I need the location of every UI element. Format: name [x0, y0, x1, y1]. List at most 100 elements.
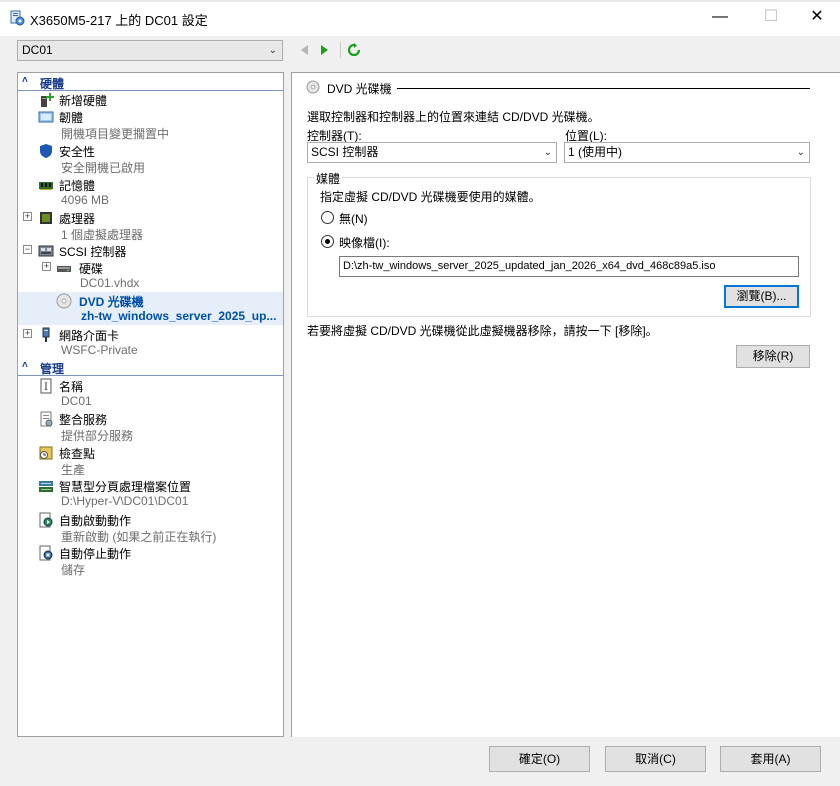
tree-item-detail: 儲存: [61, 563, 86, 577]
checkpoint-icon: [38, 445, 54, 461]
controller-dropdown[interactable]: SCSI 控制器 ⌄: [307, 142, 557, 163]
dvd-disc-icon: [306, 80, 320, 94]
hyper-v-settings-icon: [9, 10, 25, 26]
panel-title: DVD 光碟機: [327, 82, 392, 96]
integration-services-icon: [38, 411, 54, 427]
tree-item-detail: 開機項目變更擱置中: [61, 127, 170, 141]
collapse-icon[interactable]: −: [23, 245, 32, 254]
radio-image-label[interactable]: 映像檔(I):: [339, 234, 390, 251]
auto-start-icon: [38, 512, 54, 528]
radio-image-file[interactable]: [321, 235, 334, 248]
tree-item-dvd-drive[interactable]: DVD 光碟機 zh-tw_windows_server_2025_up...: [18, 292, 283, 325]
tree-item-detail: DC01: [61, 394, 92, 408]
tree-item-network-adapter[interactable]: + 網路介面卡 WSFC-Private: [18, 326, 283, 360]
settings-tree: ˄ 硬體 新增硬體 韌體 開機項目變更擱置中 安全性 安全開機已啟用 記憶體 4…: [17, 72, 284, 737]
tree-item-label: 自動啟動動作: [59, 514, 132, 528]
image-path-field[interactable]: D:\zh-tw_windows_server_2025_updated_jan…: [339, 256, 799, 277]
smart-paging-icon: [38, 478, 54, 494]
tree-item-scsi-controller[interactable]: − SCSI 控制器: [18, 242, 283, 260]
tree-item-smart-paging[interactable]: 智慧型分頁處理檔案位置 D:\Hyper-V\DC01\DC01: [18, 477, 283, 511]
radio-none[interactable]: [321, 211, 334, 224]
hard-drive-icon: [56, 260, 72, 276]
media-prompt: 指定虛擬 CD/DVD 光碟機要使用的媒體。: [320, 190, 541, 204]
tree-item-auto-start[interactable]: 自動啟動動作 重新啟動 (如果之前正在執行): [18, 511, 283, 545]
tree-item-detail: 生產: [61, 463, 86, 477]
memory-icon: [38, 177, 54, 193]
tree-item-auto-stop[interactable]: 自動停止動作 儲存: [18, 544, 283, 578]
chevron-down-icon: ⌄: [268, 45, 277, 56]
tree-item-label: 硬碟: [79, 262, 104, 276]
tree-item-detail: 重新啟動 (如果之前正在執行): [61, 530, 217, 544]
shield-icon: [38, 143, 54, 159]
tree-item-label: 網路介面卡: [59, 329, 120, 343]
svg-text:I: I: [44, 382, 48, 393]
forward-arrow-icon[interactable]: [317, 42, 333, 58]
title-bar: X3650M5-217 上的 DC01 設定 — ☐ ✕: [0, 0, 840, 36]
tree-item-detail: 提供部分服務: [61, 429, 134, 443]
tree-item-detail: 1 個虛擬處理器: [61, 228, 144, 242]
browse-button[interactable]: 瀏覽(B)...: [724, 285, 799, 308]
chevron-down-icon: ⌄: [796, 147, 805, 158]
add-hardware-icon: [38, 92, 54, 108]
tree-item-label: 新增硬體: [59, 94, 108, 108]
tree-item-label: 智慧型分頁處理檔案位置: [59, 480, 192, 494]
tree-item-integration-services[interactable]: 整合服務 提供部分服務: [18, 410, 283, 444]
expand-icon[interactable]: +: [23, 329, 32, 338]
panel-title-rule: [397, 88, 810, 89]
tree-item-label: 安全性: [59, 145, 96, 159]
dvd-drive-settings-panel: DVD 光碟機 選取控制器和控制器上的位置來連結 CD/DVD 光碟機。 控制器…: [291, 72, 840, 737]
collapse-up-icon[interactable]: ˄: [22, 75, 28, 86]
apply-button[interactable]: 套用(A): [720, 746, 821, 772]
expand-icon[interactable]: +: [42, 262, 51, 271]
remove-note: 若要將虛擬 CD/DVD 光碟機從此虛擬機器移除，請按一下 [移除]。: [307, 324, 658, 338]
auto-stop-icon: [38, 545, 54, 561]
tree-item-label: 整合服務: [59, 413, 108, 427]
tree-item-detail: 安全開機已啟用: [61, 161, 146, 175]
minimize-button[interactable]: —: [706, 6, 734, 28]
back-arrow-icon[interactable]: [296, 42, 312, 58]
tree-item-firmware[interactable]: 韌體 開機項目變更擱置中: [18, 108, 283, 142]
management-section-header[interactable]: ˄ 管理: [18, 359, 283, 376]
tree-item-checkpoints[interactable]: 檢查點 生產: [18, 444, 283, 477]
maximize-button[interactable]: ☐: [757, 6, 785, 28]
tree-item-detail: WSFC-Private: [61, 343, 138, 357]
refresh-icon[interactable]: [346, 42, 362, 58]
tree-item-detail: DC01.vhdx: [80, 276, 140, 290]
ok-button[interactable]: 確定(O): [489, 746, 590, 772]
tree-item-detail: zh-tw_windows_server_2025_up...: [81, 309, 277, 323]
chevron-down-icon: ⌄: [543, 147, 552, 158]
remove-button[interactable]: 移除(R): [736, 345, 810, 368]
panel-description: 選取控制器和控制器上的位置來連結 CD/DVD 光碟機。: [307, 110, 600, 124]
tree-item-detail: D:\Hyper-V\DC01\DC01: [61, 494, 189, 508]
location-dropdown-value: 1 (使用中): [568, 145, 623, 159]
controller-dropdown-value: SCSI 控制器: [311, 145, 379, 159]
close-button[interactable]: ✕: [803, 6, 831, 28]
tree-item-label: 自動停止動作: [59, 547, 132, 561]
media-groupbox: 媒體 指定虛擬 CD/DVD 光碟機要使用的媒體。 無(N) 映像檔(I): D…: [307, 170, 811, 317]
cancel-button[interactable]: 取消(C): [605, 746, 706, 772]
toolbar-separator: [340, 42, 341, 58]
vm-selector[interactable]: DC01 ⌄: [17, 40, 283, 61]
collapse-up-icon[interactable]: ˄: [22, 360, 28, 371]
name-tag-icon: I: [38, 378, 54, 394]
expand-icon[interactable]: +: [23, 212, 32, 221]
tree-item-detail: 4096 MB: [61, 193, 110, 207]
tree-item-name[interactable]: I 名稱 DC01: [18, 377, 283, 410]
hardware-section-header[interactable]: ˄ 硬體: [18, 74, 283, 91]
tree-item-label: DVD 光碟機: [79, 295, 144, 309]
location-dropdown[interactable]: 1 (使用中) ⌄: [564, 142, 810, 163]
tree-item-processor[interactable]: + 處理器 1 個虛擬處理器: [18, 209, 283, 243]
tree-item-label: 名稱: [59, 380, 84, 394]
tree-item-hard-drive[interactable]: + 硬碟 DC01.vhdx: [18, 259, 283, 293]
tree-item-add-hardware[interactable]: 新增硬體: [18, 91, 283, 109]
media-legend: 媒體: [314, 170, 343, 187]
tree-item-label: 記憶體: [59, 179, 96, 193]
radio-none-label[interactable]: 無(N): [339, 210, 368, 227]
tree-item-label: 韌體: [59, 111, 84, 125]
top-strip: [0, 0, 840, 2]
tree-item-label: 處理器: [59, 212, 96, 226]
window-title: X3650M5-217 上的 DC01 設定: [30, 13, 208, 28]
tree-item-security[interactable]: 安全性 安全開機已啟用: [18, 142, 283, 176]
vm-selector-value: DC01: [22, 43, 53, 57]
tree-item-memory[interactable]: 記憶體 4096 MB: [18, 176, 283, 210]
